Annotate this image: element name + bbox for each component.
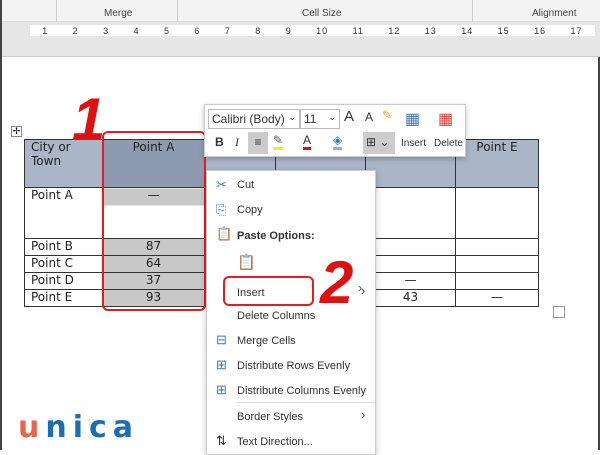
ruler-mark: 2 <box>72 25 79 36</box>
ruler-mark: 6 <box>194 25 201 36</box>
table-resize-handle[interactable] <box>553 306 565 318</box>
cell[interactable]: 43 <box>365 289 456 307</box>
menu-item-text-direction[interactable]: Text Direction... <box>237 436 313 448</box>
menu-item-copy[interactable]: Copy <box>237 204 263 216</box>
menu-item-border-styles[interactable]: Border Styles <box>237 411 303 423</box>
menu-item-cut[interactable]: Cut <box>237 179 254 191</box>
ruler-area <box>2 38 600 57</box>
font-size: 11 <box>304 112 317 126</box>
ruler-mark: 3 <box>103 25 110 36</box>
paste-options-label: Paste Options: <box>237 230 315 242</box>
group-alignment: Alignment <box>532 8 577 19</box>
cell[interactable] <box>365 238 456 256</box>
delete-button[interactable]: Delete <box>434 138 463 149</box>
format-painter-icon[interactable]: ✎ <box>382 108 392 122</box>
group-merge: Merge <box>104 8 133 19</box>
ruler[interactable]: 1 2 3 4 5 6 7 8 9 10 11 12 13 14 15 16 17 <box>2 22 600 38</box>
font-name: Calibri (Body) <box>212 112 285 126</box>
chevron-right-icon: › <box>361 407 366 422</box>
highlight-color-icon[interactable]: ✎ <box>273 133 284 150</box>
step-2-label: 2 <box>320 249 354 316</box>
font-name-dropdown[interactable]: Calibri (Body) ⌄ <box>208 109 300 129</box>
ruler-mark: 11 <box>352 25 364 36</box>
chevron-down-icon: ⌄ <box>288 112 296 122</box>
paste-keep-formatting-icon[interactable]: 📋 <box>237 253 256 271</box>
font-color-icon[interactable]: A <box>303 133 312 150</box>
cell[interactable] <box>365 255 456 273</box>
borders-icon[interactable]: ⊞ ⌄ <box>363 132 395 154</box>
italic-button[interactable]: I <box>235 135 239 150</box>
insert-button[interactable]: Insert <box>401 138 426 149</box>
menu-item-delete-columns[interactable]: Delete Columns <box>237 310 315 322</box>
grow-font-icon[interactable]: A <box>344 108 354 125</box>
ruler-mark: 12 <box>388 25 401 36</box>
cell[interactable]: Point D <box>24 272 103 290</box>
cell[interactable]: Point A <box>24 187 103 239</box>
clipboard-icon: 📋 <box>216 226 233 241</box>
font-size-dropdown[interactable]: 11 ⌄ <box>300 109 340 129</box>
ruler-mark: 10 <box>316 25 329 36</box>
highlight-column-box <box>102 131 206 311</box>
group-cell-size: Cell Size <box>302 8 342 19</box>
cell[interactable] <box>455 187 539 239</box>
menu-item-distribute-columns[interactable]: Distribute Columns Evenly <box>237 385 366 397</box>
unica-logo: unica <box>18 410 140 445</box>
text-direction-icon: ⇅ <box>216 433 227 448</box>
delete-table-icon[interactable]: ▦ <box>438 109 453 129</box>
cell[interactable] <box>365 187 456 239</box>
ruler-mark: 17 <box>570 25 583 36</box>
ruler-mark: 7 <box>224 25 231 36</box>
table-move-handle-icon[interactable]: ✢ <box>11 126 22 137</box>
menu-item-distribute-rows[interactable]: Distribute Rows Evenly <box>237 360 350 372</box>
cell[interactable]: Point E <box>24 289 103 307</box>
cell[interactable]: Point B <box>24 238 103 256</box>
cell[interactable] <box>455 255 539 273</box>
menu-divider <box>235 402 375 403</box>
ruler-mark: 15 <box>497 25 510 36</box>
insert-table-icon[interactable]: ▦ <box>405 109 420 129</box>
chevron-down-icon: ⌄ <box>328 112 336 122</box>
header-cell[interactable]: Point E <box>455 139 539 188</box>
mini-toolbar: Calibri (Body) ⌄ 11 ⌄ A A ✎ B I ≡ ✎ A ◈ ⊞ … <box>204 104 466 157</box>
ruler-mark: 13 <box>424 25 437 36</box>
cell[interactable]: — <box>455 289 539 307</box>
shading-icon[interactable]: ◈ <box>333 133 343 150</box>
shrink-font-icon[interactable]: A <box>365 110 373 124</box>
highlight-insert-box <box>223 276 314 306</box>
chevron-right-icon: › <box>358 280 363 295</box>
step-1-label: 1 <box>72 86 106 153</box>
bold-button[interactable]: B <box>215 135 224 149</box>
cell[interactable]: Point C <box>24 255 103 273</box>
scissors-icon: ✂ <box>216 177 227 192</box>
cell[interactable] <box>455 238 539 256</box>
ruler-mark: 1 <box>42 25 49 36</box>
ruler-mark: 9 <box>285 25 292 36</box>
ruler-mark: 8 <box>255 25 262 36</box>
cell[interactable] <box>455 272 539 290</box>
cell[interactable]: — <box>365 272 456 290</box>
ruler-mark: 16 <box>534 25 547 36</box>
distribute-columns-icon: ⊞ <box>216 382 227 397</box>
ruler-mark: 14 <box>461 25 474 36</box>
ribbon: Merge Cell Size Alignment <box>2 0 600 22</box>
ruler-mark: 5 <box>163 25 170 36</box>
ruler-mark: 4 <box>133 25 140 36</box>
distribute-rows-icon: ⊞ <box>216 357 227 372</box>
center-align-icon[interactable]: ≡ <box>248 132 268 154</box>
menu-item-merge-cells[interactable]: Merge Cells <box>237 335 296 347</box>
copy-icon: ⎘ <box>216 202 227 217</box>
merge-cells-icon: ⊟ <box>216 332 227 347</box>
